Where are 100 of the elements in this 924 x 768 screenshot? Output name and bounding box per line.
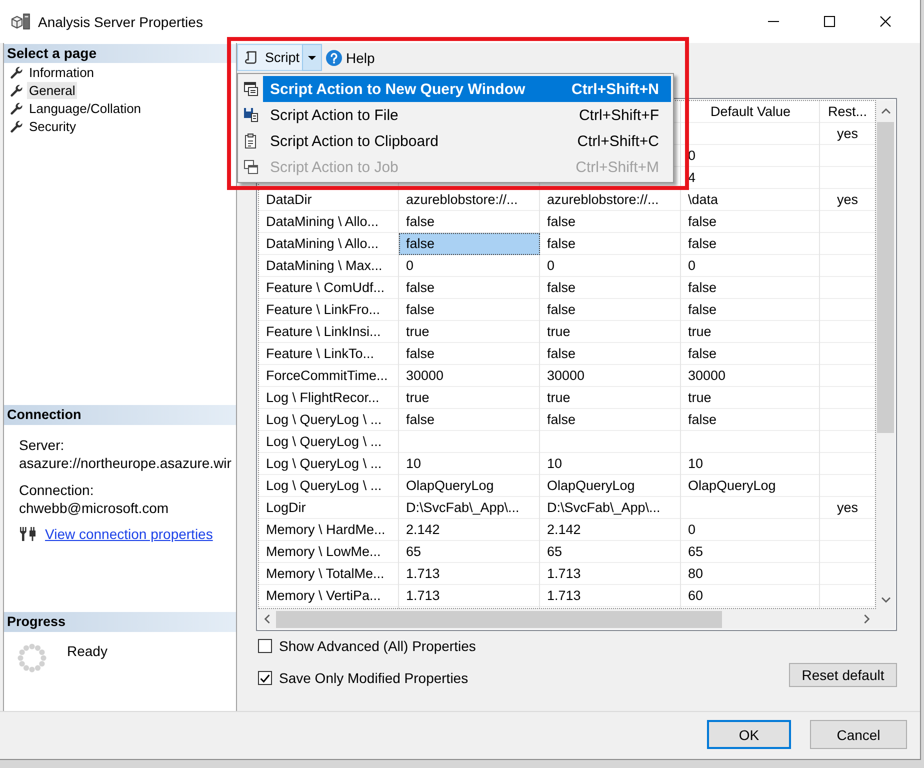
dropdown-button[interactable]	[302, 44, 322, 71]
checkbox-label[interactable]: Show Advanced (All) Properties	[279, 638, 476, 654]
checkbox[interactable]	[258, 639, 272, 653]
wrench-icon	[10, 102, 23, 114]
table-cell-text: 30000	[405, 367, 445, 385]
table-cell-text: D:\SvcFab\_App\...	[546, 499, 662, 517]
scrollbar-thumb[interactable]	[276, 610, 722, 628]
table-cell-text: false	[546, 301, 577, 319]
table-cell-text: Memory \ TotalMe...	[265, 565, 386, 583]
table-cell-text: Feature \ LinkFro...	[265, 301, 382, 319]
table-cell-text: 10	[405, 455, 422, 473]
overlapping-windows-icon	[242, 159, 258, 175]
close-icon	[880, 16, 890, 27]
table-cell-text: OlapQueryLog	[546, 477, 636, 495]
table-cell-text: Log \ QueryLog \ ...	[265, 477, 383, 495]
table-cell-text: false	[405, 345, 436, 363]
horizontal-scrollbar[interactable]	[258, 609, 895, 629]
table-cell: false	[399, 233, 540, 255]
table-cell-text: 1.713	[546, 565, 582, 583]
sidebar-item[interactable]: Information	[27, 64, 96, 80]
table-cell-text: \data	[687, 191, 720, 209]
table-cell-text: 0	[546, 257, 556, 275]
table-cell-text: azureblobstore://...	[405, 191, 519, 209]
chevron-left-icon[interactable]	[264, 614, 270, 624]
table-cell-text: false	[546, 345, 577, 363]
floppy-disk-icon	[242, 107, 258, 123]
window-icon	[242, 81, 258, 97]
wrench-icon	[10, 84, 23, 96]
help-button[interactable]: Help	[325, 44, 379, 71]
table-cell-text: false	[687, 213, 718, 231]
menu-item[interactable]: Script Action to New Query Window Ctrl+Shift+N	[263, 76, 671, 102]
table-cell-text: 80	[687, 565, 704, 583]
table-cell-text: false	[687, 301, 718, 319]
table-cell-text: 65	[687, 543, 704, 561]
table-cell-text: false	[546, 213, 577, 231]
table-cell-text: false	[687, 345, 718, 363]
checkbox[interactable]	[258, 671, 272, 685]
scrollbar-thumb[interactable]	[877, 122, 894, 433]
window-title: Analysis Server Properties	[38, 14, 203, 30]
menu-item[interactable]: Script Action to File Ctrl+Shift+F	[263, 102, 671, 128]
table-cell-text: true	[546, 389, 572, 407]
table-cell-text: 65	[405, 543, 422, 561]
sidebar-item[interactable]: General	[27, 82, 78, 98]
wrench-icon	[10, 66, 23, 78]
checkbox-label[interactable]: Save Only Modified Properties	[279, 670, 468, 686]
column-header[interactable]: Rest...	[820, 101, 875, 123]
reset-default-button[interactable]: Reset default	[789, 663, 897, 687]
table-cell-text: 1.713	[405, 565, 441, 583]
table-cell-text: 30000	[546, 367, 586, 385]
script-button[interactable]: Script	[237, 44, 302, 71]
table-cell-text: 10	[546, 455, 564, 473]
table-cell-text: yes	[836, 499, 859, 517]
table-cell-text: false	[405, 213, 436, 231]
chevron-right-icon[interactable]	[864, 614, 870, 624]
section-header: Progress	[4, 612, 236, 632]
tick-icon	[260, 674, 270, 682]
table-cell-text: false	[405, 301, 436, 319]
sidebar-item[interactable]: Language/Collation	[27, 100, 144, 116]
menu-item[interactable]: Script Action to Clipboard Ctrl+Shift+C	[263, 128, 671, 154]
dialog-button[interactable]: Cancel	[810, 720, 907, 749]
sidebar-item[interactable]: Security	[27, 118, 78, 134]
help-icon	[326, 50, 342, 66]
field-label: Server:	[19, 436, 66, 454]
spinner-icon	[17, 643, 47, 673]
minimize-icon	[768, 21, 778, 22]
table-cell-text: OlapQueryLog	[687, 477, 777, 495]
caret-icon	[308, 56, 316, 60]
section-header: Select a page	[4, 44, 236, 63]
dialog-button[interactable]: OK	[707, 720, 791, 749]
table-cell-text: true	[405, 323, 430, 341]
column-header[interactable]: Default Value	[681, 101, 820, 123]
table-cell-text: false	[687, 279, 718, 297]
vertical-scrollbar[interactable]	[876, 100, 895, 609]
chevron-up-icon[interactable]	[880, 108, 890, 114]
table-cell-text: false	[546, 411, 577, 429]
table-cell-text: 65	[546, 543, 564, 561]
table-cell-text: 1.713	[405, 587, 441, 605]
field-value: chwebb@microsoft.com	[19, 499, 170, 517]
document-icon	[244, 50, 259, 65]
table-cell-text: Memory \ HardMe...	[265, 521, 386, 539]
table-cell-text: Log \ FlightRecor...	[265, 389, 380, 407]
connection-link[interactable]: View connection properties	[45, 526, 213, 542]
table-cell-text: Log \ QueryLog \ ...	[265, 433, 383, 451]
table-cell-text: false	[687, 235, 718, 253]
plug-icon	[19, 526, 37, 542]
table-cell-text: true	[687, 389, 712, 407]
server-cube-icon	[11, 12, 31, 30]
maximize-icon	[824, 16, 834, 27]
status-text: Ready	[67, 643, 108, 660]
table-cell-text: 0	[687, 521, 697, 539]
table-cell-text: OlapQueryLog	[405, 477, 495, 495]
table-cell-text: true	[687, 323, 712, 341]
table-cell-text: true	[546, 323, 572, 341]
table-cell-text: 1.713	[546, 587, 582, 605]
table-cell-text: false	[687, 411, 718, 429]
wrench-icon	[10, 120, 23, 132]
table-cell-text: azureblobstore://...	[546, 191, 660, 209]
chevron-down-icon[interactable]	[880, 597, 890, 603]
table-cell-text: yes	[836, 125, 859, 143]
table-cell-text: Log \ QueryLog \ ...	[265, 411, 383, 429]
